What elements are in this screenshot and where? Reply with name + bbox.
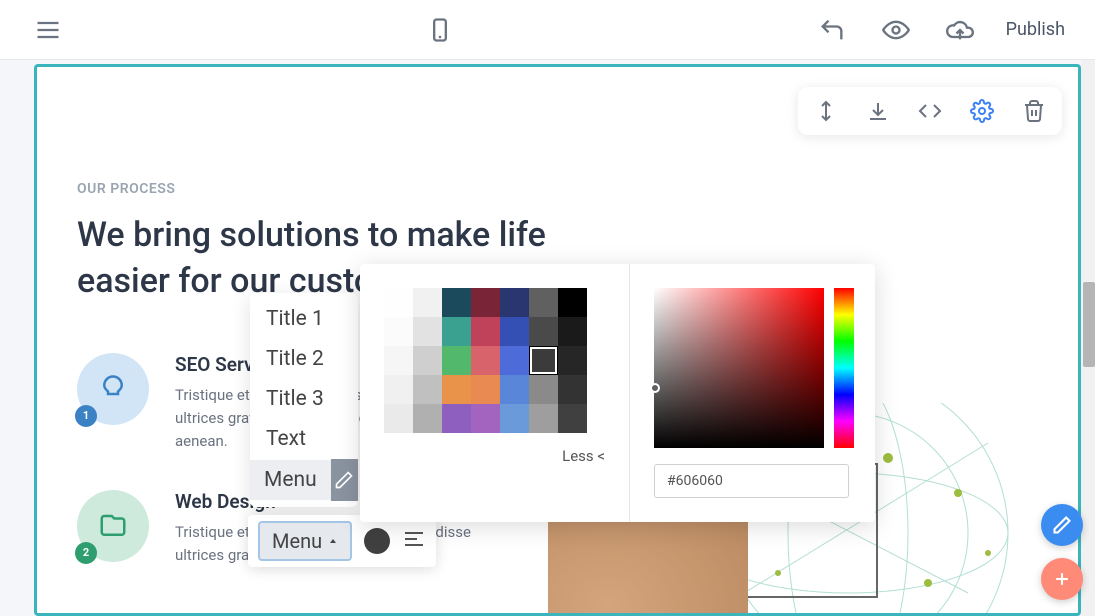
feature-badge: 1 [75,405,97,427]
color-swatch[interactable] [529,317,558,346]
hex-input[interactable] [654,464,849,498]
align-left-icon[interactable] [402,527,426,555]
title2-option[interactable]: Title 2 [250,339,358,379]
color-swatch[interactable] [529,404,558,433]
color-swatch[interactable] [413,404,442,433]
color-swatch[interactable] [558,317,587,346]
color-swatch[interactable] [471,317,500,346]
color-swatch[interactable] [384,346,413,375]
color-picker-panel: Less < [360,264,875,522]
sv-cursor[interactable] [650,383,660,393]
color-swatch[interactable] [413,346,442,375]
color-swatch[interactable] [558,288,587,317]
color-swatch[interactable] [384,317,413,346]
overline-text[interactable]: OUR PROCESS [77,181,1038,197]
less-toggle[interactable]: Less < [384,447,605,465]
color-swatch[interactable] [500,404,529,433]
code-icon[interactable] [916,97,944,125]
color-swatch[interactable] [471,375,500,404]
delete-trash-icon[interactable] [1020,97,1048,125]
feature-icon-seo: 1 [77,353,149,425]
mobile-preview-icon[interactable] [422,12,458,48]
publish-label[interactable]: Publish [1006,19,1065,40]
color-swatch[interactable] [384,375,413,404]
menu-option[interactable]: Menu [250,460,331,500]
color-swatch[interactable] [500,288,529,317]
color-swatch[interactable] [413,288,442,317]
title3-option[interactable]: Title 3 [250,379,358,419]
move-vertical-icon[interactable] [812,97,840,125]
color-swatch[interactable] [558,375,587,404]
color-swatch[interactable] [413,375,442,404]
color-swatch[interactable] [442,317,471,346]
scrollbar-track[interactable] [1081,60,1095,616]
feature-icon-web: 2 [77,490,149,562]
settings-gear-icon[interactable] [968,97,996,125]
scrollbar-thumb[interactable] [1083,282,1095,367]
title1-option[interactable]: Title 1 [250,299,358,339]
download-icon[interactable] [864,97,892,125]
top-bar: Publish [0,0,1095,60]
color-swatch[interactable] [558,346,587,375]
saturation-value-picker[interactable] [654,288,824,448]
color-swatch[interactable] [558,404,587,433]
hue-slider[interactable] [834,288,854,448]
text-format-toolbar: Menu [248,515,436,567]
color-swatch[interactable] [500,346,529,375]
color-swatch[interactable] [529,288,558,317]
color-swatch[interactable] [442,375,471,404]
feature-badge: 2 [75,542,97,564]
edit-pencil-icon[interactable] [331,459,358,501]
color-swatch[interactable] [384,404,413,433]
publish-cloud-icon[interactable] [942,12,978,48]
text-style-dropdown: Title 1 Title 2 Title 3 Text Menu [250,293,358,507]
color-swatch[interactable] [471,346,500,375]
hamburger-menu-icon[interactable] [30,12,66,48]
text-color-button[interactable] [364,528,390,554]
color-swatch[interactable] [442,346,471,375]
fab-add-button[interactable] [1041,558,1083,600]
color-swatch[interactable] [442,288,471,317]
color-swatch[interactable] [529,375,558,404]
section-toolbar [798,87,1062,135]
color-swatch[interactable] [471,288,500,317]
color-swatch[interactable] [413,317,442,346]
preview-eye-icon[interactable] [878,12,914,48]
color-swatch[interactable] [442,404,471,433]
color-swatch[interactable] [471,404,500,433]
fab-edit-button[interactable] [1041,504,1083,546]
style-menu-dropdown[interactable]: Menu [258,521,352,561]
color-swatch[interactable] [500,317,529,346]
text-option[interactable]: Text [250,419,358,459]
color-swatch-grid [384,288,605,433]
color-swatch[interactable] [384,288,413,317]
undo-icon[interactable] [814,12,850,48]
color-swatch[interactable] [500,375,529,404]
color-swatch[interactable] [529,346,558,375]
